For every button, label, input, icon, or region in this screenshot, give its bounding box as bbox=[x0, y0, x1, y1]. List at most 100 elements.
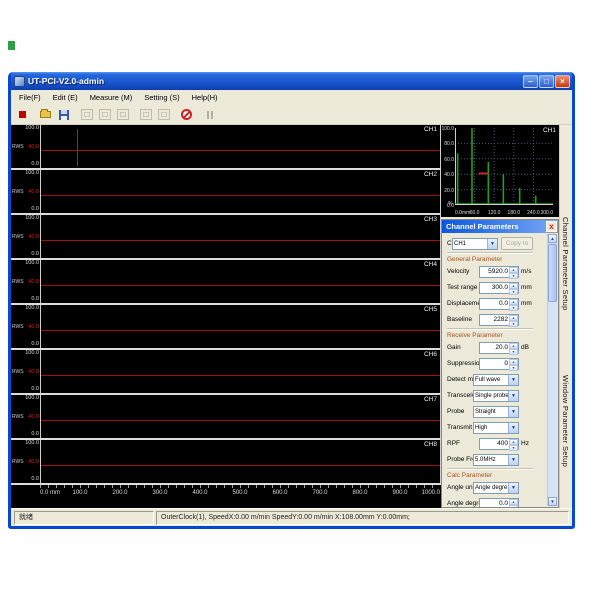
spin-down-icon[interactable]: ▼ bbox=[509, 320, 518, 327]
chevron-down-icon[interactable]: ▼ bbox=[508, 454, 518, 465]
maximize-button[interactable]: □ bbox=[539, 74, 554, 88]
strip-plot[interactable]: CH7 bbox=[40, 395, 441, 438]
suppression-input[interactable]: 0 ▲ ▼ bbox=[479, 357, 519, 371]
spinner-arrows[interactable]: ▲▼ bbox=[509, 282, 518, 295]
spin-down-icon[interactable]: ▼ bbox=[509, 304, 518, 311]
panel-scrollbar[interactable]: ▲ ▼ bbox=[547, 234, 557, 506]
threshold-line bbox=[41, 464, 440, 466]
angle-unit-select[interactable]: Angle degre ▼ bbox=[473, 481, 519, 494]
spinner-arrows[interactable]: ▲▼ bbox=[509, 438, 518, 451]
chevron-down-icon[interactable]: ▼ bbox=[487, 238, 497, 249]
save-icon[interactable] bbox=[55, 107, 72, 123]
spinner-arrows[interactable]: ▲▼ bbox=[509, 498, 518, 507]
probe-frequency-select[interactable]: 5.0MHz ▼ bbox=[473, 453, 519, 466]
test-range-input[interactable]: 300.0 ▲ ▼ bbox=[479, 281, 519, 295]
menu-item-measure[interactable]: Measure (M) bbox=[84, 93, 139, 102]
scroll-up-icon[interactable]: ▲ bbox=[548, 234, 557, 243]
spin-down-icon[interactable]: ▼ bbox=[509, 272, 518, 279]
channel-strip-ch6: 100.0 40.0 0.0 RWS CH6 bbox=[11, 350, 441, 395]
chevron-down-icon[interactable]: ▼ bbox=[508, 374, 518, 385]
threshold-line bbox=[41, 149, 440, 151]
strip-ymin-label: 0.0 bbox=[31, 206, 39, 212]
chevron-down-icon[interactable]: ▼ bbox=[508, 406, 518, 417]
spin-down-icon[interactable]: ▼ bbox=[509, 348, 518, 355]
chevron-down-icon[interactable]: ▼ bbox=[508, 390, 518, 401]
strip-plot[interactable]: CH8 bbox=[40, 440, 441, 483]
detect-mode-select[interactable]: Full wave ▼ bbox=[473, 373, 519, 386]
strip-channel-label: CH4 bbox=[423, 261, 437, 268]
select-value: CH1 bbox=[454, 240, 467, 247]
spinner-arrows[interactable]: ▲▼ bbox=[509, 314, 518, 327]
channel-select[interactable]: CH1 ▼ bbox=[452, 237, 498, 250]
strip-threshold-label: 40.0 bbox=[28, 413, 39, 420]
x-axis-row: 0.0 mm 100.0 200.0 300.0 400.0 500.0 600.0 700.… bbox=[11, 485, 441, 508]
spinner-arrows[interactable]: ▲▼ bbox=[509, 266, 518, 279]
spinner-arrows[interactable]: ▲▼ bbox=[509, 358, 518, 371]
scroll-thumb[interactable] bbox=[548, 244, 557, 302]
strip-ymax-label: 100.0 bbox=[25, 215, 39, 221]
open-icon[interactable] bbox=[37, 107, 54, 123]
param-label: Probe bbox=[447, 408, 465, 415]
displacement-input[interactable]: 0.0 ▲ ▼ bbox=[479, 297, 519, 311]
strip-ymin-label: 0.0 bbox=[31, 431, 39, 437]
strip-channel-label: CH3 bbox=[423, 216, 437, 223]
param-label: RPF bbox=[447, 440, 460, 447]
strip-plot[interactable]: CH2 bbox=[40, 170, 441, 213]
panel-close-icon[interactable]: x bbox=[546, 221, 557, 232]
preview-x-tick-label: 0.0mm bbox=[455, 210, 471, 216]
baseline-input[interactable]: 2282 ▲ ▼ bbox=[479, 313, 519, 327]
preview-a-scan-chart[interactable]: CH1 % 100.0 80.0 60.0 40.0 20.0 0.0 0.0mm 60.0 1… bbox=[441, 125, 559, 217]
menu-item-file[interactable]: File(F) bbox=[13, 93, 47, 102]
param-row-velocity: Velocity 5920.0 ▲ ▼ m/s bbox=[447, 264, 533, 279]
rpf-input[interactable]: 400 ▲ ▼ bbox=[479, 437, 519, 451]
strip-plot[interactable]: CH4 bbox=[40, 260, 441, 303]
strip-plot[interactable]: CH3 bbox=[40, 215, 441, 258]
menu-item-help[interactable]: Help(H) bbox=[186, 93, 224, 102]
channel-parameters-panel: Channel Parameters x ChannelCH1▼Copy toG… bbox=[441, 219, 559, 508]
spinner-arrows[interactable]: ▲▼ bbox=[509, 342, 518, 355]
spin-value: 400 bbox=[497, 439, 508, 447]
preview-x-tick-label: 240.0 bbox=[527, 210, 540, 216]
select-value: Single probe bbox=[475, 392, 508, 399]
panel-header[interactable]: Channel Parameters x bbox=[442, 220, 558, 233]
transceive-mode-select[interactable]: Single probe ▼ bbox=[473, 389, 519, 402]
gain-input[interactable]: 20.0 ▲ ▼ bbox=[479, 341, 519, 355]
param-label: Gain bbox=[447, 344, 461, 351]
angle-degree-input[interactable]: 0.0▲▼ bbox=[479, 497, 519, 507]
tab-window-parameter-setup[interactable]: Window Parameter Setup bbox=[561, 375, 570, 467]
channel-strip-ch3: 100.0 40.0 0.0 RWS CH3 bbox=[11, 215, 441, 260]
strip-threshold-label: 40.0 bbox=[28, 143, 39, 150]
strip-plot[interactable]: CH5 bbox=[40, 305, 441, 348]
param-row-transceive-mode: Transceive modeSingle probe▼ bbox=[447, 388, 533, 403]
param-label: Test range bbox=[447, 284, 478, 291]
strip-side-label: RWS bbox=[12, 458, 24, 465]
spin-down-icon[interactable]: ▼ bbox=[509, 288, 518, 295]
spin-down-icon[interactable]: ▼ bbox=[509, 364, 518, 371]
spin-down-icon[interactable]: ▼ bbox=[509, 444, 518, 451]
title-bar[interactable]: UT-PCI-V2.0-admin – □ × bbox=[11, 72, 572, 90]
chevron-down-icon[interactable]: ▼ bbox=[508, 422, 518, 433]
strip-plot[interactable]: CH1 bbox=[40, 125, 441, 168]
spin-down-icon[interactable]: ▼ bbox=[509, 504, 518, 507]
x-axis-tick-label: 600.0 bbox=[272, 490, 288, 496]
transmit-voltage-select[interactable]: High ▼ bbox=[473, 421, 519, 434]
chevron-down-icon[interactable]: ▼ bbox=[508, 482, 518, 493]
spinner-arrows[interactable]: ▲▼ bbox=[509, 298, 518, 311]
preview-plot[interactable] bbox=[455, 128, 553, 205]
velocity-input[interactable]: 5920.0 ▲ ▼ bbox=[479, 265, 519, 279]
stop-icon[interactable] bbox=[178, 107, 195, 123]
menu-item-edit[interactable]: Edit (E) bbox=[47, 93, 84, 102]
scroll-down-icon[interactable]: ▼ bbox=[548, 497, 557, 506]
select-value: 5.0MHz bbox=[475, 456, 496, 463]
x-axis-tick-label: 0.0 mm bbox=[40, 490, 61, 496]
strip-plot[interactable]: CH6 bbox=[40, 350, 441, 393]
preview-x-tick-label: 120.0 bbox=[487, 210, 501, 216]
strip-threshold-label: 40.0 bbox=[28, 323, 39, 330]
menu-item-setting[interactable]: Setting (S) bbox=[138, 93, 185, 102]
minimize-button[interactable]: – bbox=[523, 74, 538, 88]
record-icon[interactable] bbox=[14, 107, 31, 123]
probe-select[interactable]: Straight ▼ bbox=[473, 405, 519, 418]
close-button[interactable]: × bbox=[555, 74, 570, 88]
strip-channel-label: CH1 bbox=[423, 126, 437, 133]
tab-channel-parameter-setup[interactable]: Channel Parameter Setup bbox=[561, 217, 570, 311]
